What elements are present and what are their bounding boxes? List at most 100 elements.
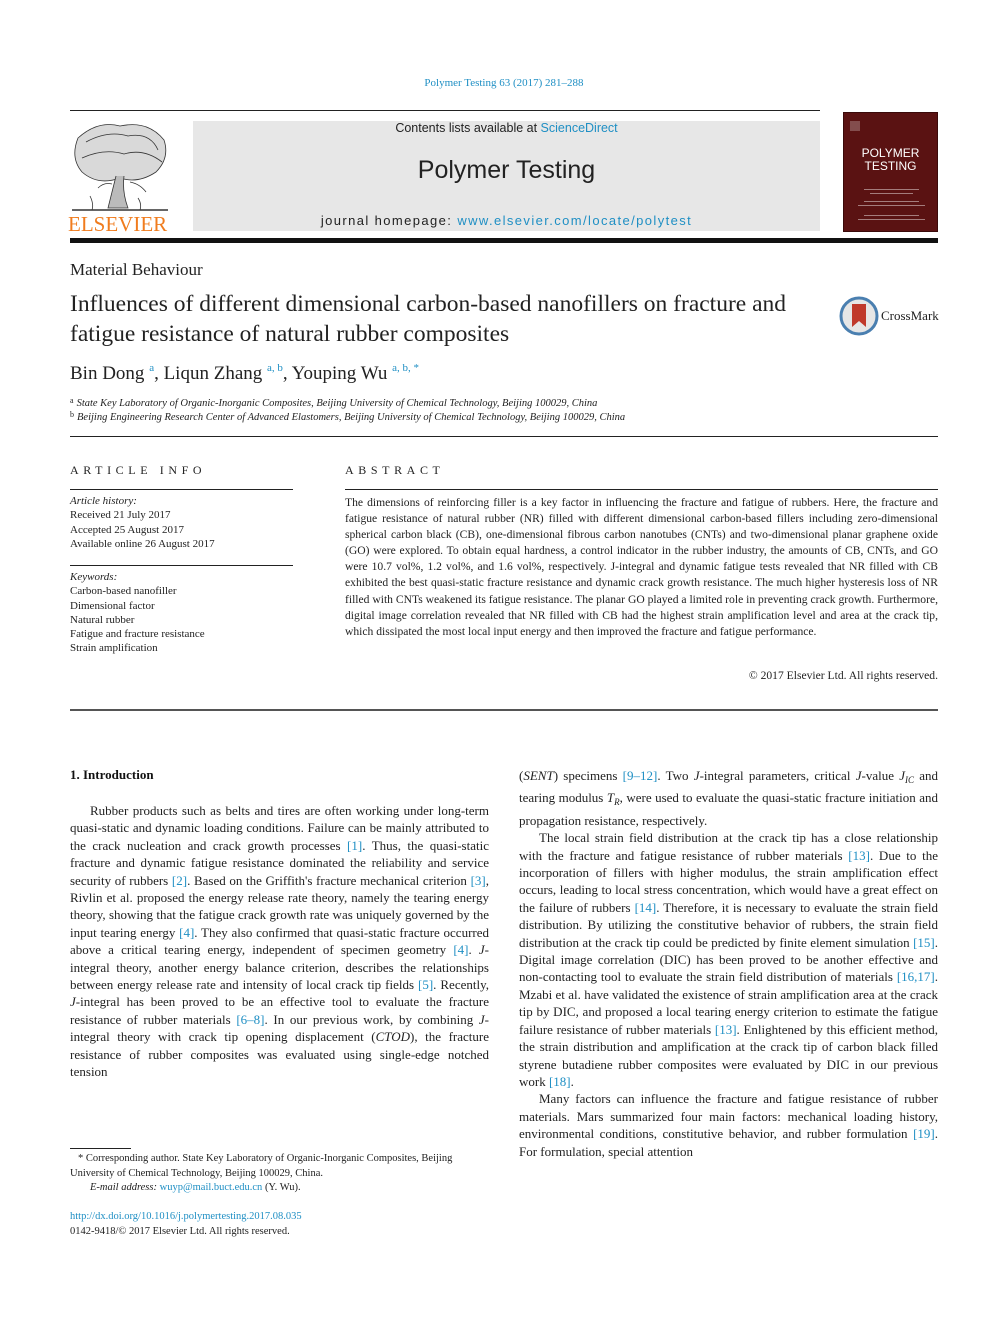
author-affiliation-marker[interactable]: a, b (267, 362, 283, 374)
abstract-copyright: © 2017 Elsevier Ltd. All rights reserved… (748, 669, 938, 682)
cover-logo-icon (850, 121, 860, 131)
header-separator (70, 436, 938, 437)
cover-title-line2: TESTING (864, 159, 917, 173)
crossmark-button[interactable]: CrossMark (839, 295, 944, 337)
keyword-item: Dimensional factor (70, 599, 155, 612)
author-affiliation-marker[interactable]: a, b, * (392, 362, 419, 374)
affiliation-key: a (70, 396, 74, 405)
reference-link[interactable]: [16,17] (897, 969, 935, 984)
footnote-rule (70, 1148, 131, 1149)
article-info-heading: ARTICLE INFO (70, 463, 207, 477)
reference-link[interactable]: [18] (549, 1074, 571, 1089)
corresponding-author-footnote: * Corresponding author. State Key Labora… (70, 1152, 490, 1196)
elsevier-wordmark: ELSEVIER (68, 212, 168, 236)
email-label: E-mail address: (90, 1182, 160, 1193)
history-received: Received 21 July 2017 (70, 509, 171, 522)
abstract-text: The dimensions of reinforcing filler is … (345, 496, 938, 638)
section-heading-introduction: 1. Introduction (70, 767, 154, 782)
cover-text-line (858, 219, 925, 220)
cover-title: POLYMER TESTING (844, 147, 937, 173)
crossmark-icon (839, 296, 879, 336)
article-history: Article history: Received 21 July 2017 A… (70, 494, 215, 551)
italic-term: J (70, 994, 76, 1010)
author-name[interactable]: Bin Dong (70, 363, 144, 384)
cover-text-line (864, 201, 919, 202)
doi-link[interactable]: http://dx.doi.org/10.1016/j.polymertesti… (70, 1211, 302, 1222)
reference-link[interactable]: [3] (471, 873, 486, 888)
affiliation-key: b (70, 410, 74, 419)
reference-link[interactable]: [15] (913, 935, 935, 950)
sciencedirect-link[interactable]: ScienceDirect (541, 121, 618, 135)
abstract-rule (345, 489, 938, 490)
email-link[interactable]: wuyp@mail.buct.edu.cn (160, 1182, 263, 1193)
italic-term: J (478, 942, 485, 958)
homepage-line: journal homepage: www.elsevier.com/locat… (193, 213, 820, 228)
body-column-right: (SENT) specimens [9–12]. Two J-integral … (519, 767, 938, 1160)
abstract-end-rule (70, 709, 938, 711)
contents-line: Contents lists available at ScienceDirec… (193, 121, 820, 135)
reference-link[interactable]: [14] (635, 900, 657, 915)
cover-text-line (864, 215, 919, 216)
article-history-label: Article history: (70, 495, 137, 507)
italic-term: CTOD (375, 1029, 411, 1045)
cover-text-line (858, 205, 925, 206)
keywords-label: Keywords: (70, 571, 118, 583)
reference-link[interactable]: [13] (848, 848, 870, 863)
cover-text-line (870, 193, 913, 194)
keyword-item: Carbon-based nanofiller (70, 585, 177, 598)
article-section-label: Material Behaviour (70, 260, 203, 279)
reference-link[interactable]: [9–12] (623, 768, 658, 783)
keywords-rule (70, 565, 293, 566)
reference-link[interactable]: [2] (172, 873, 187, 888)
journal-name: Polymer Testing (417, 156, 596, 184)
masthead-bottom-rule (70, 238, 938, 243)
article-info-rule (70, 489, 293, 490)
journal-cover-thumbnail[interactable]: POLYMER TESTING (843, 112, 938, 232)
affiliation-b: b Beijing Engineering Research Center of … (70, 410, 625, 423)
affiliation-a: a State Key Laboratory of Organic-Inorgan… (70, 396, 597, 409)
body-column-left: Rubber products such as belts and tires … (70, 802, 489, 1081)
history-accepted: Accepted 25 August 2017 (70, 523, 184, 536)
affiliation-text: State Key Laboratory of Organic-Inorgani… (76, 398, 598, 409)
author-name[interactable]: Youping Wu (292, 363, 388, 384)
history-online: Available online 26 August 2017 (70, 537, 215, 550)
reference-link[interactable]: [1] (347, 838, 362, 853)
reference-link[interactable]: [13] (715, 1022, 737, 1037)
reference-link[interactable]: [4] (453, 942, 468, 957)
contents-prefix: Contents lists available at (395, 121, 541, 135)
issn-copyright: 0142-9418/© 2017 Elsevier Ltd. All right… (70, 1226, 290, 1237)
subscript: R (614, 797, 620, 808)
author-separator: , (282, 363, 292, 384)
author-name[interactable]: Liqun Zhang (164, 363, 263, 384)
italic-term: T (606, 790, 615, 806)
reference-link[interactable]: [4] (179, 925, 194, 940)
keyword-item: Fatigue and fracture resistance (70, 628, 205, 641)
body-paragraph: (SENT) specimens [9–12]. Two J-integral … (519, 768, 939, 828)
journal-homepage-link[interactable]: www.elsevier.com/locate/polytest (457, 213, 692, 228)
crossmark-label: CrossMark (881, 308, 939, 323)
italic-term: J (855, 768, 862, 783)
journal-citation-link[interactable]: Polymer Testing 63 (2017) 281–288 (0, 77, 992, 89)
email-suffix: (Y. Wu). (262, 1182, 301, 1193)
corresponding-author-text: * Corresponding author. State Key Labora… (70, 1153, 453, 1179)
article-title: Influences of different dimensional carb… (70, 291, 787, 347)
body-paragraph: Many factors can influence the fracture … (519, 1091, 938, 1159)
author-list: Bin Dong a, Liqun Zhang a, b, Youping Wu… (70, 362, 419, 385)
body-paragraph: Rubber products such as belts and tires … (70, 803, 490, 1080)
reference-link[interactable]: [6–8] (236, 1012, 264, 1027)
masthead-top-rule (70, 110, 820, 111)
subscript: IC (905, 775, 914, 785)
homepage-prefix: journal homepage: (320, 213, 458, 228)
keywords: Keywords: Carbon-based nanofiller Dimens… (70, 570, 205, 656)
reference-link[interactable]: [5] (418, 977, 433, 992)
body-paragraph: The local strain field distribution at t… (519, 830, 938, 1089)
affiliation-text: Beijing Engineering Research Center of A… (77, 412, 626, 423)
italic-term: J (478, 1011, 485, 1027)
reference-link[interactable]: [19] (913, 1126, 935, 1141)
cover-text-line (864, 189, 919, 190)
keyword-item: Strain amplification (70, 642, 158, 655)
keyword-item: Natural rubber (70, 613, 135, 626)
italic-term: SENT (523, 768, 554, 783)
email-line: E-mail address: wuyp@mail.buct.edu.cn (Y… (70, 1181, 490, 1196)
abstract-heading: ABSTRACT (345, 463, 445, 477)
